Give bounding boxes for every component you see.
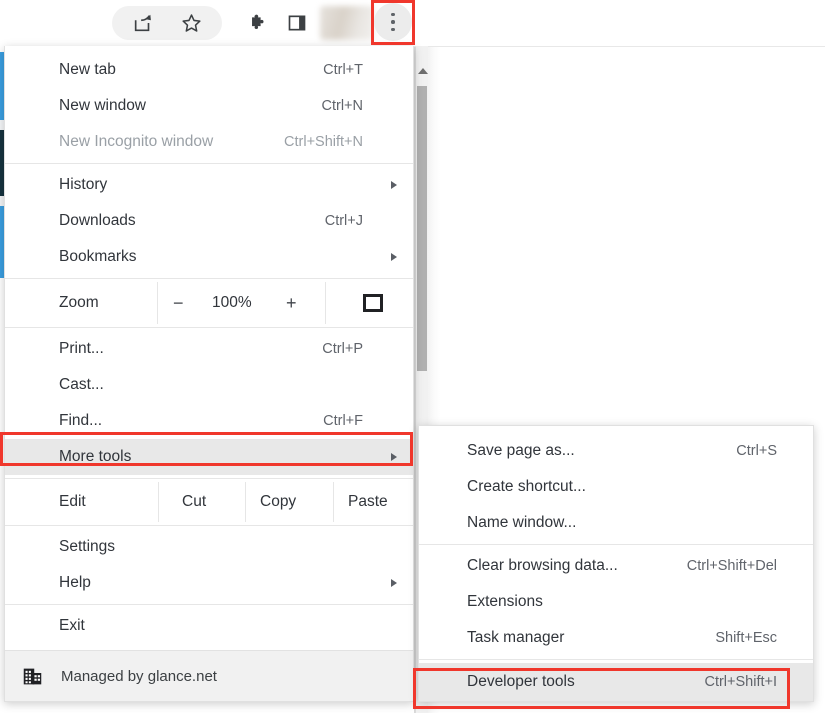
submenu-item-name-window[interactable]: Name window... bbox=[419, 505, 813, 541]
menu-item-history[interactable]: History bbox=[5, 167, 413, 203]
zoom-label: Zoom bbox=[59, 294, 99, 312]
kebab-dot bbox=[391, 13, 395, 17]
menu-item-label: Settings bbox=[59, 538, 115, 556]
managed-by-footer[interactable]: Managed by glance.net bbox=[5, 650, 413, 701]
menu-item-label: History bbox=[59, 176, 107, 194]
menu-item-exit[interactable]: Exit bbox=[5, 608, 413, 644]
menu-item-label: Find... bbox=[59, 412, 102, 430]
edit-divider bbox=[333, 482, 334, 522]
submenu-item-save-page-as[interactable]: Save page as... Ctrl+S bbox=[419, 433, 813, 469]
submenu-item-extensions[interactable]: Extensions bbox=[419, 584, 813, 620]
submenu-item-create-shortcut[interactable]: Create shortcut... bbox=[419, 469, 813, 505]
share-icon[interactable] bbox=[124, 4, 162, 42]
menu-separator bbox=[5, 604, 413, 605]
menu-item-label: Save page as... bbox=[467, 442, 575, 460]
chevron-right-icon bbox=[391, 181, 397, 189]
chevron-right-icon bbox=[391, 579, 397, 587]
menu-item-accelerator: Ctrl+T bbox=[323, 62, 363, 78]
menu-separator bbox=[5, 278, 413, 279]
zoom-divider bbox=[157, 282, 158, 324]
menu-item-bookmarks[interactable]: Bookmarks bbox=[5, 239, 413, 275]
menu-item-more-tools[interactable]: More tools bbox=[5, 439, 413, 475]
chevron-right-icon bbox=[391, 253, 397, 261]
menu-item-label: Exit bbox=[59, 617, 85, 635]
menu-item-accelerator: Ctrl+Shift+I bbox=[704, 674, 777, 690]
submenu-top-padding bbox=[419, 426, 813, 433]
menu-row-edit: Edit Cut Copy Paste bbox=[5, 482, 413, 522]
menu-item-label: Clear browsing data... bbox=[467, 557, 618, 575]
zoom-level-value: 100% bbox=[212, 294, 252, 312]
menu-item-accelerator: Ctrl+Shift+N bbox=[284, 134, 363, 150]
menu-item-label: New Incognito window bbox=[59, 133, 213, 151]
menu-item-new-tab[interactable]: New tab Ctrl+T bbox=[5, 52, 413, 88]
menu-item-find[interactable]: Find... Ctrl+F bbox=[5, 403, 413, 439]
edit-action-paste[interactable]: Paste bbox=[348, 493, 388, 511]
profile-avatar[interactable] bbox=[320, 6, 374, 40]
building-icon bbox=[22, 666, 43, 687]
menu-item-new-incognito-window[interactable]: New Incognito window Ctrl+Shift+N bbox=[5, 124, 413, 160]
more-tools-submenu: Save page as... Ctrl+S Create shortcut..… bbox=[418, 425, 814, 702]
edit-divider bbox=[245, 482, 246, 522]
menu-item-label: Create shortcut... bbox=[467, 478, 586, 496]
menu-item-label: Developer tools bbox=[467, 673, 575, 691]
menu-separator bbox=[5, 478, 413, 479]
browser-toolbar bbox=[0, 0, 825, 47]
menu-item-accelerator: Ctrl+S bbox=[736, 443, 777, 459]
chrome-main-menu: New tab Ctrl+T New window Ctrl+N New Inc… bbox=[4, 46, 414, 702]
menu-item-accelerator: Ctrl+P bbox=[322, 341, 363, 357]
menu-separator bbox=[419, 659, 813, 660]
menu-item-print[interactable]: Print... Ctrl+P bbox=[5, 331, 413, 367]
fullscreen-icon[interactable] bbox=[363, 294, 383, 312]
menu-item-label: Extensions bbox=[467, 593, 543, 611]
menu-item-label: More tools bbox=[59, 448, 131, 466]
menu-item-accelerator: Ctrl+F bbox=[323, 413, 363, 429]
menu-separator bbox=[5, 163, 413, 164]
menu-item-label: Downloads bbox=[59, 212, 136, 230]
managed-by-label: Managed by glance.net bbox=[61, 668, 217, 685]
menu-item-accelerator: Ctrl+J bbox=[325, 213, 363, 229]
bookmark-star-icon[interactable] bbox=[172, 4, 210, 42]
menu-item-new-window[interactable]: New window Ctrl+N bbox=[5, 88, 413, 124]
menu-item-label: Print... bbox=[59, 340, 104, 358]
zoom-out-button[interactable]: − bbox=[173, 293, 184, 314]
scrollbar-up-arrow-icon[interactable] bbox=[418, 68, 428, 74]
edit-divider bbox=[158, 482, 159, 522]
menu-item-accelerator: Shift+Esc bbox=[715, 630, 777, 646]
menu-item-label: Bookmarks bbox=[59, 248, 137, 266]
edit-action-copy[interactable]: Copy bbox=[260, 493, 296, 511]
page-scrollbar-thumb[interactable] bbox=[417, 86, 427, 371]
menu-item-label: Name window... bbox=[467, 514, 576, 532]
fullscreen-corner bbox=[372, 301, 383, 312]
edit-action-cut[interactable]: Cut bbox=[182, 493, 206, 511]
menu-item-label: New tab bbox=[59, 61, 116, 79]
menu-item-label: Task manager bbox=[467, 629, 564, 647]
chrome-menu-kebab-icon[interactable] bbox=[374, 3, 412, 41]
submenu-item-developer-tools[interactable]: Developer tools Ctrl+Shift+I bbox=[419, 663, 813, 701]
menu-separator bbox=[5, 327, 413, 328]
menu-item-cast[interactable]: Cast... bbox=[5, 367, 413, 403]
chevron-right-icon bbox=[391, 453, 397, 461]
menu-item-accelerator: Ctrl+N bbox=[322, 98, 364, 114]
extensions-puzzle-icon[interactable] bbox=[237, 4, 275, 42]
submenu-item-clear-browsing-data[interactable]: Clear browsing data... Ctrl+Shift+Del bbox=[419, 548, 813, 584]
menu-separator bbox=[419, 544, 813, 545]
menu-row-zoom: Zoom − 100% + bbox=[5, 282, 413, 324]
menu-item-accelerator: Ctrl+Shift+Del bbox=[687, 558, 777, 574]
menu-item-settings[interactable]: Settings bbox=[5, 529, 413, 565]
edit-label: Edit bbox=[59, 493, 86, 511]
kebab-dot bbox=[391, 28, 395, 32]
menu-item-help[interactable]: Help bbox=[5, 565, 413, 601]
menu-item-label: New window bbox=[59, 97, 146, 115]
menu-item-label: Help bbox=[59, 574, 91, 592]
menu-item-label: Cast... bbox=[59, 376, 104, 394]
submenu-item-task-manager[interactable]: Task manager Shift+Esc bbox=[419, 620, 813, 656]
zoom-divider bbox=[325, 282, 326, 324]
zoom-in-button[interactable]: + bbox=[286, 293, 297, 314]
side-panel-icon[interactable] bbox=[278, 4, 316, 42]
kebab-dot bbox=[391, 20, 395, 24]
menu-item-downloads[interactable]: Downloads Ctrl+J bbox=[5, 203, 413, 239]
menu-separator bbox=[5, 525, 413, 526]
